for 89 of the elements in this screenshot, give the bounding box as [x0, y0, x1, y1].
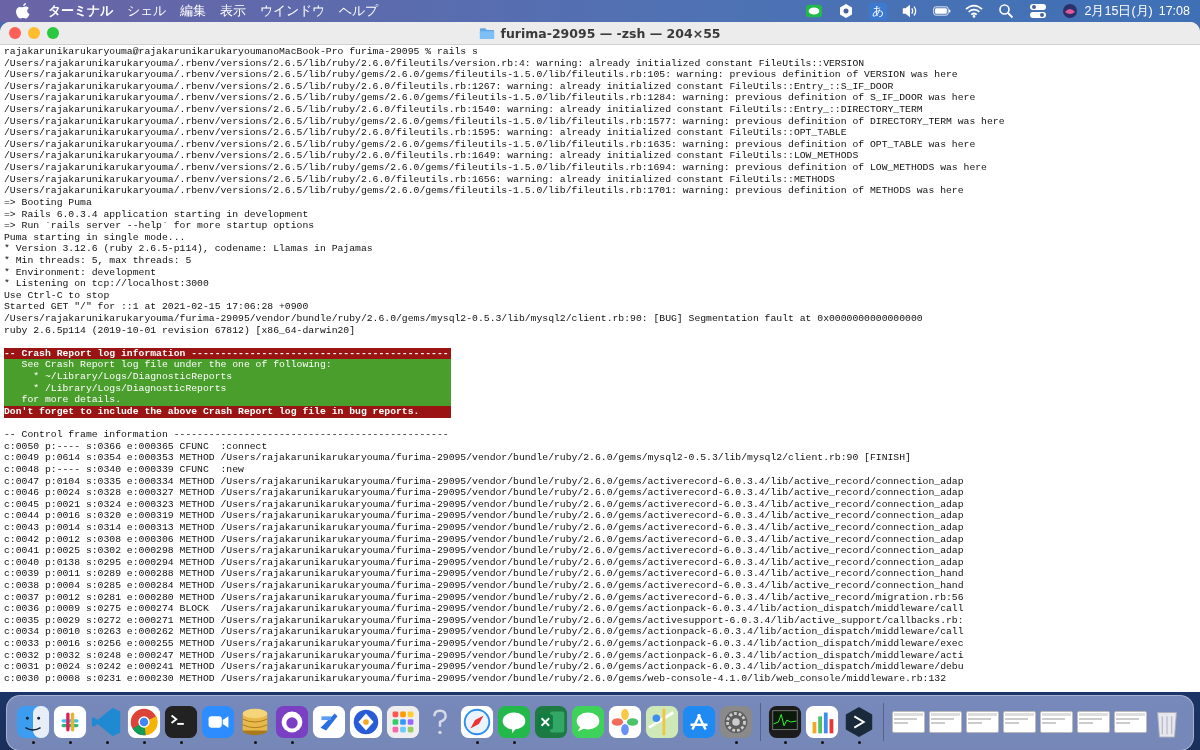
chat-bubble-icon[interactable]	[804, 3, 823, 19]
face-icon[interactable]	[16, 705, 50, 739]
window-thumbnail[interactable]	[1113, 711, 1147, 733]
speaker-icon[interactable]	[900, 3, 919, 19]
window-thumbnail[interactable]	[1076, 711, 1110, 733]
input-mode-indicator[interactable]: あ	[868, 2, 887, 20]
terminal-line: c:0033 p:0016 s:0256 e:000255 METHOD /Users/rajakarunikarukaryouma/furima-29095/vendor/bundle/ruby/2.6.0/gems/actionpack-6.0.3.4/lib/action_dispatch/middleware/exec	[4, 638, 964, 650]
terminal-line: /Users/rajakarunikarukaryouma/furima-29095/vendor/bundle/ruby/2.6.0/gems/mysql2-0.5.3/lib/mysql2/client.rb:90: [BUG] Segmentation fault at 0x0000000000000000	[4, 313, 923, 324]
terminal-line: c:0034 p:0010 s:0263 e:000262 METHOD /Users/rajakarunikarukaryouma/furima-29095/vendor/bundle/ruby/2.6.0/gems/actionpack-6.0.3.4/lib/action_dispatch/middleware/call	[4, 626, 964, 638]
grid-icon[interactable]	[386, 705, 420, 739]
terminal-line: c:0046 p:0024 s:0328 e:000327 METHOD /Users/rajakarunikarukaryouma/furima-29095/vendor/bundle/ruby/2.6.0/gems/activerecord-6.0.3.4/lib/active_record/connection_adap	[4, 487, 964, 499]
terminal-line: c:0049 p:0614 s:0354 e:000353 METHOD /Users/rajakarunikarukaryouma/furima-29095/vendor/bundle/ruby/2.6.0/gems/mysql2-0.5.3/lib/mysql2/client.rb:90 [FINISH]	[4, 452, 911, 464]
terminal-line: => Rails 6.0.3.4 application starting in development	[4, 208, 309, 220]
flower-icon[interactable]	[608, 705, 642, 739]
terminal-line: /Users/rajakarunikarukaryouma/.rbenv/versions/2.6.5/lib/ruby/2.6.0/fileutils.rb:1595: warning: already initialized constant FileUtils::OPT_TABLE	[4, 127, 847, 139]
terminal-line: /Users/rajakarunikarukaryouma/.rbenv/versions/2.6.5/lib/ruby/gems/2.6.0/gems/fileutils-1.5.0/lib/fileutils.rb:1694: warning: previous definition of LOW_METHODS was here	[4, 162, 987, 174]
terminal-line: c:0043 p:0014 s:0314 e:000313 METHOD /Users/rajakarunikarukaryouma/furima-29095/vendor/bundle/ruby/2.6.0/gems/activerecord-6.0.3.4/lib/active_record/connection_adap	[4, 522, 964, 533]
terminal-line: * Min threads: 5, max threads: 5	[4, 254, 192, 266]
terminal-line: c:0039 p:0011 s:0289 e:000288 METHOD /Users/rajakarunikarukaryouma/furima-29095/vendor/bundle/ruby/2.6.0/gems/activerecord-6.0.3.4/lib/active_record/connection_hand	[4, 568, 964, 580]
terminal-line: c:0031 p:0024 s:0242 e:000241 METHOD /Users/rajakarunikarukaryouma/furima-29095/vendor/bundle/ruby/2.6.0/gems/actionpack-6.0.3.4/lib/action_dispatch/middleware/debu	[4, 661, 964, 673]
menu-item[interactable]: シェル	[127, 2, 166, 20]
terminal-line: => Booting Puma	[4, 196, 92, 208]
ring-icon[interactable]	[127, 705, 161, 739]
terminal-line: /Users/rajakarunikarukaryouma/.rbenv/versions/2.6.5/lib/ruby/gems/2.6.0/gems/fileutils-1.5.0/lib/fileutils.rb:1284: warning: previous definition of S_IF_DOOR was here	[4, 92, 976, 104]
terminal-line: c:0040 p:0138 s:0295 e:000294 METHOD /Users/rajakarunikarukaryouma/furima-29095/vendor/bundle/ruby/2.6.0/gems/activerecord-6.0.3.4/lib/active_record/connection_adap	[4, 556, 964, 568]
terminal-line: c:0048 p:---- s:0340 e:000339 CFUNC :new	[4, 463, 244, 475]
menu-item[interactable]: 編集	[180, 2, 206, 20]
wifi-icon[interactable]	[964, 3, 983, 19]
menu-date[interactable]: 2月15日(月)	[1084, 2, 1153, 20]
chat-bubble-icon[interactable]	[497, 705, 531, 739]
gear-icon[interactable]	[719, 705, 753, 739]
terminal-line: c:0035 p:0029 s:0272 e:000271 METHOD /Users/rajakarunikarukaryouma/furima-29095/vendor/bundle/ruby/2.6.0/gems/activesupport-6.0.3.4/lib/active_support/callbacks.rb:	[4, 614, 964, 626]
graph-icon[interactable]	[768, 705, 802, 739]
search-icon[interactable]	[996, 3, 1015, 19]
window-thumbnail[interactable]	[1002, 711, 1036, 733]
map-icon[interactable]	[645, 705, 679, 739]
window-thumbnail[interactable]	[965, 711, 999, 733]
terminal-line: Started GET "/" for ::1 at 2021-02-15 17:06:28 +0900	[4, 301, 309, 313]
terminal-line: /Users/rajakarunikarukaryouma/.rbenv/versions/2.6.5/lib/ruby/gems/2.6.0/gems/fileutils-1.5.0/lib/fileutils.rb:1635: warning: previous definition of OPT_TABLE was here	[4, 138, 976, 150]
window-thumbnail[interactable]	[891, 711, 925, 733]
zoom-button[interactable]	[47, 27, 59, 39]
terminal-line: /Users/rajakarunikarukaryouma/.rbenv/versions/2.6.5/lib/ruby/gems/2.6.0/gems/fileutils-1.5.0/lib/fileutils.rb:1701: warning: previous definition of METHODS was here	[4, 185, 964, 197]
terminal-line: /Users/rajakarunikarukaryouma/.rbenv/versions/2.6.5/lib/ruby/2.6.0/fileutils.rb:1540: warning: already initialized constant FileUtils::Entry_::DIRECTORY_TERM	[4, 104, 923, 116]
terminal-line: c:0038 p:0004 s:0285 e:000284 METHOD /Users/rajakarunikarukaryouma/furima-29095/vendor/bundle/ruby/2.6.0/gems/activerecord-6.0.3.4/lib/active_record/connection_hand	[4, 580, 964, 592]
terminal-line: * Listening on tcp://localhost:3000	[4, 278, 209, 290]
terminal-line: -- Control frame information -----------------------------------------------	[4, 429, 449, 441]
menu-item[interactable]: ヘルプ	[339, 2, 378, 20]
terminal-line: /Users/rajakarunikarukaryouma/.rbenv/versions/2.6.5/lib/ruby/gems/2.6.0/gems/fileutils-1.5.0/lib/fileutils.rb:1577: warning: previous definition of DIRECTORY_TERM was here	[4, 115, 1005, 127]
terminal-line: /Users/rajakarunikarukaryouma/.rbenv/versions/2.6.5/lib/ruby/2.6.0/fileutils.rb:1267: warning: already initialized constant FileUtils::Entry_::S_IF_DOOR	[4, 80, 894, 92]
terminal-line: c:0044 p:0016 s:0320 e:000319 METHOD /Users/rajakarunikarukaryouma/furima-29095/vendor/bundle/ruby/2.6.0/gems/activerecord-6.0.3.4/lib/active_record/connection_adap	[4, 510, 964, 522]
window-title: furima-29095 — -zsh — 204×55	[500, 25, 721, 41]
folder-icon	[479, 26, 496, 40]
terminal-line: c:0042 p:0012 s:0308 e:000306 METHOD /Users/rajakarunikarukaryouma/furima-29095/vendor/bundle/ruby/2.6.0/gems/activerecord-6.0.3.4/lib/active_record/connection_adap	[4, 533, 964, 545]
window-thumbnail[interactable]	[1039, 711, 1073, 733]
terminal-line: rajakarunikarukaryouma@rajakarunikarukaryoumanoMacBook-Pro furima-29095 % rails s	[4, 46, 478, 57]
terminal-line: Use Ctrl-C to stop	[4, 289, 110, 301]
spreadsheet-icon[interactable]	[534, 705, 568, 739]
hash-icon[interactable]	[53, 705, 87, 739]
menu-item[interactable]: ウインドウ	[260, 2, 325, 20]
speech-bubble-icon[interactable]	[571, 705, 605, 739]
terminal-line: c:0050 p:---- s:0366 e:000365 CFUNC :connect	[4, 440, 268, 452]
terminal-line: ruby 2.6.5p114 (2019-10-01 revision 67812) [x86_64-darwin20]	[4, 324, 356, 336]
terminal-line: c:0032 p:0032 s:0248 e:000247 METHOD /Users/rajakarunikarukaryouma/furima-29095/vendor/bundle/ruby/2.6.0/gems/actionpack-6.0.3.4/lib/action_dispatch/middleware/acti	[4, 649, 964, 661]
toggle-icon[interactable]	[1028, 3, 1047, 19]
terminal-line: c:0036 p:0009 s:0275 e:000274 BLOCK /Users/rajakarunikarukaryouma/furima-29095/vendor/bundle/ruby/2.6.0/gems/actionpack-6.0.3.4/lib/action_dispatch/middleware/call	[4, 603, 964, 615]
terminal-line: /Users/rajakarunikarukaryouma/.rbenv/versions/2.6.5/lib/ruby/gems/2.6.0/gems/fileutils-1.5.0/lib/fileutils.rb:105: warning: previous definition of VERSION was here	[4, 69, 958, 81]
terminal-line: c:0047 p:0104 s:0335 e:000334 METHOD /Users/rajakarunikarukaryouma/furima-29095/vendor/bundle/ruby/2.6.0/gems/activerecord-6.0.3.4/lib/active_record/connection_adap	[4, 475, 964, 487]
orb-icon[interactable]	[1060, 3, 1079, 19]
terminal-line: /Users/rajakarunikarukaryouma/.rbenv/versions/2.6.5/lib/ruby/2.6.0/fileutils/version.rb:4: warning: already initialized constant FileUtils::VERSION	[4, 57, 865, 69]
menu-time[interactable]: 17:08	[1158, 4, 1190, 18]
terminal-line: c:0041 p:0025 s:0302 e:000298 METHOD /Users/rajakarunikarukaryouma/furima-29095/vendor/bundle/ruby/2.6.0/gems/activerecord-6.0.3.4/lib/active_record/connection_adap	[4, 545, 964, 557]
terminal-line: Puma starting in single mode...	[4, 231, 186, 243]
terminal-line: /Users/rajakarunikarukaryouma/.rbenv/versions/2.6.5/lib/ruby/2.6.0/fileutils.rb:1649: warning: already initialized constant FileUtils::LOW_METHODS	[4, 150, 859, 162]
app-menu[interactable]: ターミナル	[48, 2, 113, 20]
terminal-line: /Users/rajakarunikarukaryouma/.rbenv/versions/2.6.5/lib/ruby/2.6.0/fileutils.rb:1656: warning: already initialized constant FileUtils::METHODS	[4, 173, 835, 185]
bar-chart-icon[interactable]	[805, 705, 839, 739]
terminal-line: * Version 3.12.6 (ruby 2.6.5-p114), codename: Llamas in Pajamas	[4, 243, 373, 255]
close-button[interactable]	[9, 27, 21, 39]
terminal-line: c:0030 p:0008 s:0231 e:000230 METHOD /Users/rajakarunikarukaryouma/furima-29095/vendor/bundle/ruby/2.6.0/gems/web-console-4.1.0/lib/web_console/middleware.rb:132	[4, 672, 946, 684]
window-thumbnail[interactable]	[928, 711, 962, 733]
terminal-line: * Environment: development	[4, 266, 157, 278]
terminal-line: c:0037 p:0012 s:0281 e:000280 METHOD /Users/rajakarunikarukaryouma/furima-29095/vendor/bundle/ruby/2.6.0/gems/activerecord-6.0.3.4/lib/active_record/migration.rb:56	[4, 591, 964, 603]
terminal-line: c:0045 p:0021 s:0324 e:000323 METHOD /Users/rajakarunikarukaryouma/furima-29095/vendor/bundle/ruby/2.6.0/gems/activerecord-6.0.3.4/lib/active_record/connection_adap	[4, 498, 964, 510]
menu-item[interactable]: 表示	[220, 2, 246, 20]
terminal-line: => Run `rails server --help` for more startup options	[4, 220, 315, 232]
compass-icon[interactable]	[460, 705, 494, 739]
apple-icon[interactable]	[16, 3, 30, 19]
battery-icon[interactable]	[932, 3, 951, 19]
terminal-icon[interactable]	[164, 705, 198, 739]
